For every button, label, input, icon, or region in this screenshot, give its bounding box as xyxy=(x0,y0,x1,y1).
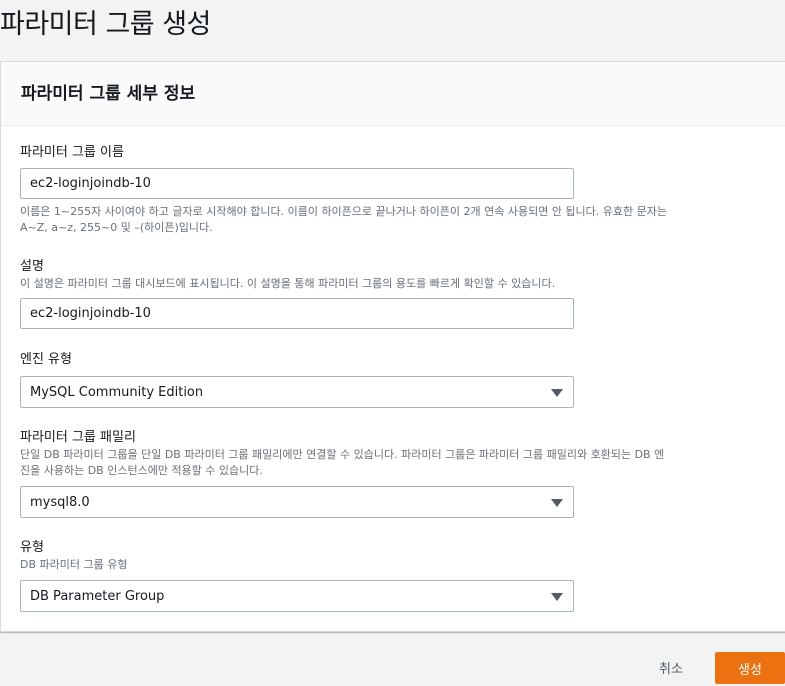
create-button[interactable]: 생성 xyxy=(715,652,785,684)
engine-type-value: MySQL Community Edition xyxy=(30,385,204,400)
family-label: 파라미터 그룹 패밀리 xyxy=(20,430,136,445)
description-help: 이 설명은 파라미터 그룹 대시보드에 표시됩니다. 이 설명을 통해 파라미터… xyxy=(20,277,556,290)
type-field: 유형 DB 파라미터 그룹 유형 xyxy=(20,540,765,573)
description-field: 설명 이 설명은 파라미터 그룹 대시보드에 표시됩니다. 이 설명을 통해 파… xyxy=(20,259,765,292)
caret-down-icon xyxy=(551,389,563,397)
family-help-line2: 진을 사용하는 DB 인스턴스에만 적용할 수 있습니다. xyxy=(20,463,263,477)
description-label: 설명 xyxy=(20,259,44,274)
type-value: DB Parameter Group xyxy=(30,589,165,604)
family-value: mysql8.0 xyxy=(30,495,90,510)
page-title: 파라미터 그룹 생성 xyxy=(0,9,211,40)
group-name-help: 이름은 1~255자 사이여야 하고 글자로 시작해야 합니다. 이름이 하이픈… xyxy=(20,204,765,235)
group-name-input[interactable] xyxy=(20,168,574,199)
family-select[interactable]: mysql8.0 xyxy=(20,486,574,518)
panel-title: 파라미터 그룹 세부 정보 xyxy=(21,84,196,104)
description-input[interactable] xyxy=(20,298,574,329)
panel-header: 파라미터 그룹 세부 정보 xyxy=(1,62,785,126)
type-help: DB 파라미터 그룹 유형 xyxy=(20,558,128,571)
cancel-button[interactable]: 취소 xyxy=(643,651,699,683)
engine-type-field: 엔진 유형 xyxy=(20,352,72,368)
family-help-line1: 단일 DB 파라미터 그룹을 단일 DB 파라미터 그룹 패밀리에만 연결할 수… xyxy=(20,448,665,461)
type-label: 유형 xyxy=(20,540,44,555)
family-field: 파라미터 그룹 패밀리 단일 DB 파라미터 그룹을 단일 DB 파라미터 그룹… xyxy=(20,430,765,478)
group-name-field: 파라미터 그룹 이름 xyxy=(20,145,124,161)
engine-type-label: 엔진 유형 xyxy=(20,352,72,367)
type-select[interactable]: DB Parameter Group xyxy=(20,580,574,612)
engine-type-select[interactable]: MySQL Community Edition xyxy=(20,376,574,408)
group-name-help-line1: 이름은 1~255자 사이여야 하고 글자로 시작해야 합니다. 이름이 하이픈… xyxy=(20,205,668,218)
caret-down-icon xyxy=(551,499,563,507)
group-name-label: 파라미터 그룹 이름 xyxy=(20,145,124,160)
group-name-help-line2: A~Z, a~z, 255~0 및 –(하이픈)입니다. xyxy=(20,220,213,234)
caret-down-icon xyxy=(551,593,563,601)
